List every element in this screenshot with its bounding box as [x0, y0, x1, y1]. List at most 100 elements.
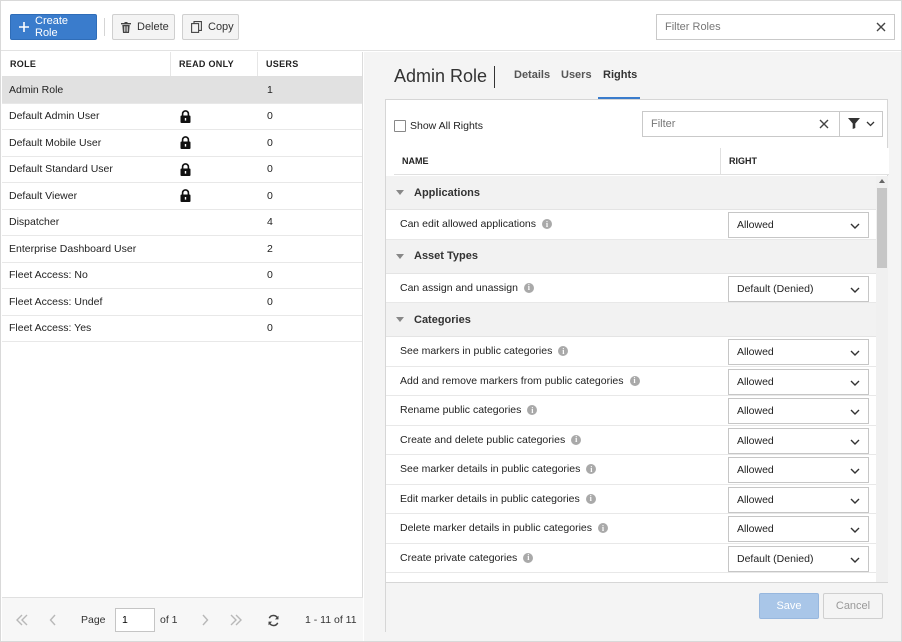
users-count: 2 — [267, 242, 273, 255]
table-row[interactable]: Default Standard User 0 — [2, 157, 362, 183]
users-count: 4 — [267, 216, 273, 229]
role-title: Admin Role — [394, 66, 488, 86]
collapse-caret-icon[interactable] — [396, 190, 404, 195]
checkbox-box[interactable] — [394, 120, 406, 132]
read-only-cell — [171, 183, 258, 209]
chevron-down-icon — [850, 524, 860, 536]
right-label: Create private categories — [400, 551, 518, 564]
role-name: Fleet Access: No — [9, 269, 88, 282]
right-value-select[interactable]: Allowed — [728, 486, 869, 513]
lock-icon — [180, 189, 191, 203]
table-row[interactable]: Fleet Access: Yes 0 — [2, 316, 362, 342]
right-value: Allowed — [737, 219, 774, 231]
clear-filter-icon[interactable] — [874, 20, 888, 34]
rights-scrollbar[interactable] — [876, 176, 888, 632]
rights-group-header[interactable]: Asset Types — [386, 239, 876, 274]
right-value-select[interactable]: Allowed — [728, 516, 869, 542]
table-row[interactable]: Default Viewer 0 — [2, 183, 362, 210]
filter-roles-input[interactable] — [657, 15, 857, 39]
right-value-select[interactable]: Default (Denied) — [728, 275, 869, 302]
info-icon[interactable]: i — [523, 552, 534, 563]
info-icon[interactable]: i — [523, 282, 534, 293]
tab-rights[interactable]: Rights — [603, 69, 637, 81]
delete-label: Delete — [137, 21, 169, 33]
roles-table-header: ROLE READ ONLY USERS — [2, 52, 362, 77]
cancel-button[interactable]: Cancel — [823, 593, 883, 619]
table-row[interactable]: Fleet Access: Undef 0 — [2, 289, 362, 316]
copy-button[interactable]: Copy — [182, 14, 239, 40]
table-row[interactable]: Enterprise Dashboard User 2 — [2, 236, 362, 263]
prev-page-icon[interactable] — [45, 612, 61, 628]
table-row[interactable]: Default Mobile User 0 — [2, 130, 362, 157]
rights-row: Add and remove markers from public categ… — [386, 366, 876, 396]
info-icon[interactable]: i — [542, 219, 553, 230]
table-row[interactable]: Default Admin User 0 — [2, 104, 362, 130]
role-column-header[interactable]: ROLE — [2, 52, 171, 76]
right-label: See marker details in public categories — [400, 463, 581, 476]
right-value-select[interactable]: Default (Denied) — [728, 545, 869, 572]
users-column-header[interactable]: USERS — [258, 52, 362, 76]
rights-row: Create private categories i Default (Denie… — [386, 543, 876, 573]
page-label: Page — [81, 614, 106, 626]
table-row[interactable]: Dispatcher 4 — [2, 210, 362, 236]
tab-users[interactable]: Users — [561, 69, 592, 81]
delete-button[interactable]: Delete — [112, 14, 175, 40]
table-row[interactable]: Fleet Access: No 0 — [2, 263, 362, 289]
info-icon[interactable]: i — [598, 523, 609, 534]
right-value: Allowed — [737, 434, 774, 447]
info-icon[interactable]: i — [571, 434, 582, 445]
right-value-select[interactable]: Allowed — [728, 212, 869, 238]
collapse-caret-icon[interactable] — [396, 317, 404, 322]
rights-filter-input[interactable] — [643, 112, 803, 136]
info-icon[interactable]: i — [629, 375, 640, 386]
info-icon[interactable]: i — [585, 493, 596, 504]
rights-group-header[interactable]: Categories — [386, 303, 876, 337]
chevron-down-icon — [850, 377, 860, 389]
page-number-input[interactable] — [115, 608, 155, 632]
rights-row: Can edit allowed applications i Allowed — [386, 210, 876, 240]
clear-rights-filter-icon[interactable] — [817, 117, 831, 131]
users-count: 0 — [267, 110, 273, 123]
role-name: Dispatcher — [9, 216, 60, 229]
rights-row: See marker details in public categories i… — [386, 455, 876, 485]
show-all-rights-checkbox[interactable]: Show All Rights — [394, 120, 483, 132]
read-only-cell — [171, 289, 258, 315]
filter-roles-field — [656, 14, 895, 40]
right-value-select[interactable]: Allowed — [728, 457, 869, 483]
chevron-down-icon — [850, 406, 860, 418]
rights-group-header[interactable]: Applications — [386, 176, 876, 210]
scrollbar-thumb[interactable] — [877, 188, 887, 268]
save-button[interactable]: Save — [759, 593, 819, 619]
toolbar: Create Role Delete Copy — [1, 1, 901, 51]
scroll-up-arrow-icon[interactable] — [879, 179, 885, 183]
right-value-select[interactable]: Allowed — [728, 398, 869, 424]
table-row[interactable]: Admin Role 1 — [2, 77, 362, 104]
refresh-icon[interactable] — [265, 612, 281, 628]
right-value-select[interactable]: Allowed — [728, 368, 869, 395]
lock-icon — [180, 136, 191, 150]
right-value-select[interactable]: Allowed — [728, 339, 869, 365]
rights-row: Rename public categories i Allowed — [386, 396, 876, 426]
tab-details[interactable]: Details — [514, 69, 550, 81]
trash-icon — [121, 21, 131, 33]
role-name: Fleet Access: Yes — [9, 322, 92, 335]
record-range-label: 1 - 11 of 11 — [305, 614, 357, 626]
info-icon[interactable]: i — [558, 346, 569, 357]
roles-list-pane: ROLE READ ONLY USERS Admin Role 1 Default … — [2, 52, 363, 641]
create-role-button[interactable]: Create Role — [10, 14, 97, 40]
read-only-cell — [171, 236, 258, 262]
last-page-icon[interactable] — [228, 612, 244, 628]
right-label: See markers in public categories — [400, 345, 553, 358]
next-page-icon[interactable] — [197, 612, 213, 628]
read-only-column-header[interactable]: READ ONLY — [171, 52, 258, 76]
lock-icon — [180, 109, 191, 123]
collapse-caret-icon[interactable] — [396, 253, 404, 259]
role-name: Default Mobile User — [9, 136, 102, 149]
first-page-icon[interactable] — [14, 612, 30, 628]
right-value-select[interactable]: Allowed — [728, 427, 869, 454]
info-icon[interactable]: i — [586, 464, 597, 475]
info-icon[interactable]: i — [527, 405, 538, 416]
rights-table-header: NAME RIGHT — [394, 148, 889, 175]
filter-options-button[interactable] — [840, 111, 883, 137]
create-role-label: Create Role — [35, 15, 69, 39]
